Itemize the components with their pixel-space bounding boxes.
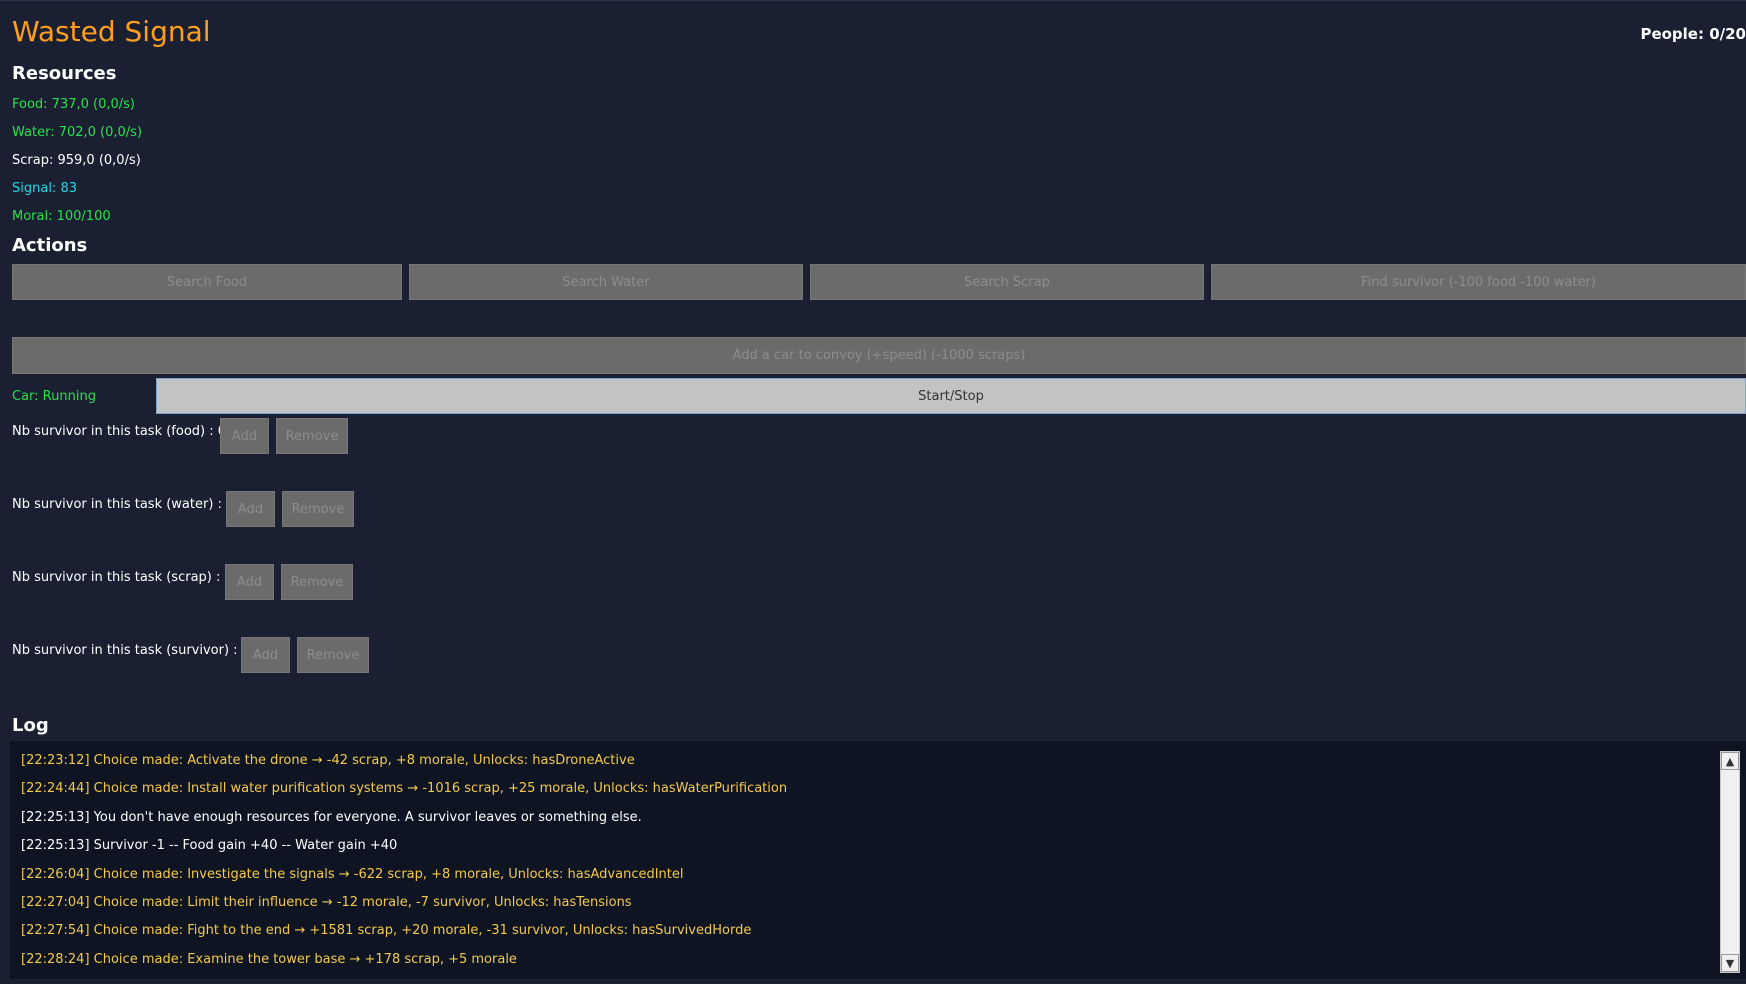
start-stop-button[interactable]: Start/Stop xyxy=(156,378,1746,414)
add-car-button[interactable]: Add a car to convoy (+speed) (-1000 scra… xyxy=(12,337,1746,374)
task-survivor-add-button[interactable]: Add xyxy=(241,637,290,673)
log-line: [22:27:54] Choice made: Fight to the end… xyxy=(21,923,752,938)
task-food-add-button[interactable]: Add xyxy=(220,418,269,454)
log-heading: Log xyxy=(12,715,49,736)
resource-moral: Moral: 100/100 xyxy=(12,209,111,224)
search-water-button[interactable]: Search Water xyxy=(409,264,803,300)
people-count: People: 0/20 xyxy=(1640,25,1746,43)
scroll-down-icon[interactable]: ▼ xyxy=(1721,954,1739,972)
resource-food: Food: 737,0 (0,0/s) xyxy=(12,97,136,112)
task-water-label: Nb survivor in this task (water) : 0 xyxy=(12,497,235,512)
scroll-up-icon[interactable]: ▲ xyxy=(1721,752,1739,770)
log-line: [22:23:12] Choice made: Activate the dro… xyxy=(21,753,635,768)
task-scrap-label: Nb survivor in this task (scrap) : 0 xyxy=(12,570,233,585)
task-scrap-remove-button[interactable]: Remove xyxy=(281,564,353,600)
log-line: [22:25:13] You don't have enough resourc… xyxy=(21,810,642,825)
log-line: [22:26:04] Choice made: Investigate the … xyxy=(21,867,684,882)
find-survivor-button[interactable]: Find survivor (-100 food -100 water) xyxy=(1211,264,1746,300)
actions-heading: Actions xyxy=(12,235,88,256)
resources-heading: Resources xyxy=(12,63,117,84)
log-line: [22:25:13] Survivor -1 -- Food gain +40 … xyxy=(21,838,398,853)
log-line: [22:28:24] Choice made: Examine the towe… xyxy=(21,952,517,967)
log-panel[interactable]: [22:23:12] Choice made: Activate the dro… xyxy=(10,741,1746,979)
task-water-add-button[interactable]: Add xyxy=(226,491,275,527)
task-survivor-remove-button[interactable]: Remove xyxy=(297,637,369,673)
log-line: [22:27:04] Choice made: Limit their infl… xyxy=(21,895,632,910)
resource-scrap: Scrap: 959,0 (0,0/s) xyxy=(12,153,141,168)
task-survivor-label: Nb survivor in this task (survivor) : 0 xyxy=(12,643,250,658)
task-food-remove-button[interactable]: Remove xyxy=(276,418,348,454)
search-food-button[interactable]: Search Food xyxy=(12,264,402,300)
task-food-label: Nb survivor in this task (food) : 0 xyxy=(12,424,227,439)
log-scrollbar[interactable]: ▲ ▼ xyxy=(1720,751,1740,973)
resource-water: Water: 702,0 (0,0/s) xyxy=(12,125,143,140)
task-scrap-add-button[interactable]: Add xyxy=(225,564,274,600)
task-water-remove-button[interactable]: Remove xyxy=(282,491,354,527)
game-page: Wasted Signal People: 0/20 Resources Foo… xyxy=(0,0,1746,984)
game-title: Wasted Signal xyxy=(12,15,211,48)
resource-signal: Signal: 83 xyxy=(12,181,77,196)
search-scrap-button[interactable]: Search Scrap xyxy=(810,264,1204,300)
car-status: Car: Running xyxy=(12,389,96,404)
log-line: [22:24:44] Choice made: Install water pu… xyxy=(21,781,788,796)
